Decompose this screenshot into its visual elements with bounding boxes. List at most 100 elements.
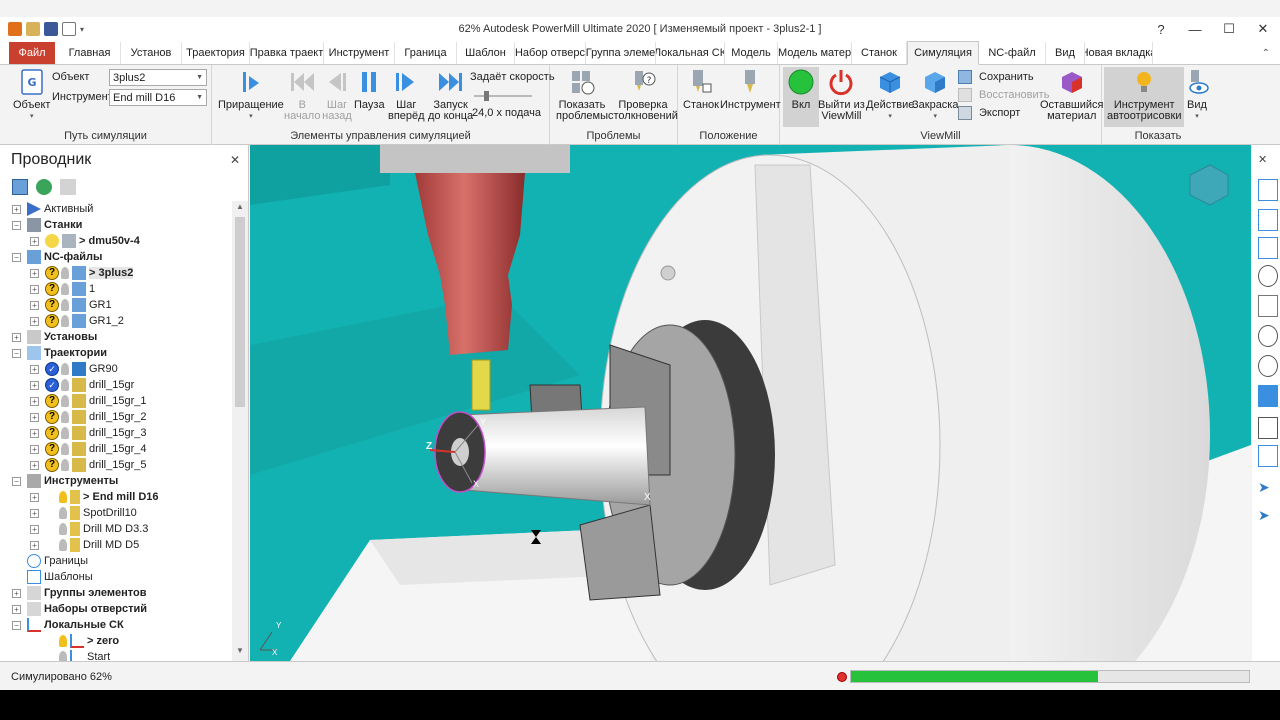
- explorer-close-icon[interactable]: ✕: [230, 153, 240, 167]
- show-problems-button[interactable]: Показать проблемы: [556, 67, 608, 122]
- tree-row-drill-15gr-2[interactable]: + ? drill_15gr_2: [30, 409, 146, 425]
- pause-button[interactable]: Пауза: [354, 67, 385, 111]
- tree-row-drill-md-d5[interactable]: + Drill MD D5: [30, 537, 139, 553]
- expand-icon[interactable]: +: [30, 364, 39, 374]
- select-pointer-icon[interactable]: ➤: [1258, 479, 1278, 501]
- ribbon-collapse-icon[interactable]: ⌃: [1262, 42, 1270, 64]
- tab-new[interactable]: Новая вкладка: [1085, 42, 1153, 64]
- step-forward-button[interactable]: Шаг вперёд: [388, 67, 425, 122]
- collapse-icon[interactable]: −: [12, 348, 21, 358]
- export-button[interactable]: Экспорт: [958, 106, 1020, 120]
- zoom-icon[interactable]: [1258, 265, 1278, 287]
- tree-row-spotdrill10[interactable]: + SpotDrill10: [30, 505, 137, 521]
- wireframe-view-icon[interactable]: [1258, 417, 1278, 439]
- expand-icon[interactable]: +: [30, 524, 39, 534]
- run-to-end-button[interactable]: Запуск до конца: [428, 67, 473, 122]
- explorer-delete-icon[interactable]: [60, 179, 76, 195]
- zoom-out-icon[interactable]: [1258, 355, 1278, 377]
- check-collisions-button[interactable]: ? Проверка столкновений: [608, 67, 678, 122]
- tree-row-feature-groups[interactable]: + Группы элементов: [12, 585, 147, 601]
- tab-home[interactable]: Главная: [59, 42, 121, 64]
- tab-simulation[interactable]: Симуляция: [907, 41, 979, 65]
- tree-row-1[interactable]: + ? 1: [30, 281, 95, 297]
- explorer-globe-icon[interactable]: [36, 179, 52, 195]
- help-icon[interactable]: ?: [1144, 17, 1178, 41]
- tab-setups[interactable]: Установ: [121, 42, 182, 64]
- tree-row-gr1[interactable]: + ? GR1: [30, 297, 112, 313]
- scroll-up-icon[interactable]: ▲: [232, 202, 248, 216]
- tree-row-machines[interactable]: − Станки: [12, 217, 82, 233]
- open-folder-icon[interactable]: [26, 22, 40, 36]
- tree-row-tools[interactable]: − Инструменты: [12, 473, 118, 489]
- tab-machine[interactable]: Станок: [852, 42, 907, 64]
- view-button[interactable]: Вид ▾: [1182, 67, 1212, 122]
- tab-nc-file[interactable]: NC-файл: [979, 42, 1046, 64]
- tree-row-gr90[interactable]: + ✓ GR90: [30, 361, 118, 377]
- tree-row-zero[interactable]: > zero: [45, 633, 119, 649]
- expand-icon[interactable]: +: [30, 236, 39, 246]
- scroll-down-icon[interactable]: ▼: [232, 646, 248, 660]
- explorer-scrollbar[interactable]: ▲ ▼: [232, 201, 248, 661]
- expand-icon[interactable]: +: [30, 268, 39, 278]
- view-front-icon[interactable]: [1258, 209, 1278, 231]
- tree-row-nc-files[interactable]: − NC-файлы: [12, 249, 102, 265]
- tab-pattern[interactable]: Шаблон: [457, 42, 515, 64]
- restore-stock-button[interactable]: Восстановить: [958, 88, 1049, 102]
- remaining-material-button[interactable]: Оставшийся материал: [1040, 67, 1104, 122]
- tree-row-boundaries[interactable]: Границы: [27, 553, 88, 569]
- collapse-icon[interactable]: −: [12, 476, 21, 486]
- tree-row-dmu50v[interactable]: + > dmu50v-4: [30, 233, 140, 249]
- expand-icon[interactable]: +: [12, 588, 21, 598]
- object-button[interactable]: G Объект ▾: [13, 67, 50, 122]
- tree-row-end-mill-d16[interactable]: + > End mill D16: [30, 489, 159, 505]
- tree-row-active[interactable]: + Активный: [12, 201, 93, 217]
- collapse-icon[interactable]: −: [12, 252, 21, 262]
- tab-workplane[interactable]: Локальная СК: [656, 42, 725, 64]
- tab-view[interactable]: Вид: [1046, 42, 1085, 64]
- app-logo-icon[interactable]: [8, 22, 22, 36]
- save-stock-button[interactable]: Сохранить: [958, 70, 1034, 84]
- tree-row-drill-15gr[interactable]: + ✓ drill_15gr: [30, 377, 134, 393]
- collapse-icon[interactable]: −: [12, 220, 21, 230]
- tab-tool[interactable]: Инструмент: [324, 42, 395, 64]
- increment-button[interactable]: Приращение ▾: [218, 67, 284, 122]
- to-start-button[interactable]: В начало: [284, 67, 320, 122]
- expand-icon[interactable]: +: [30, 300, 39, 310]
- action-button[interactable]: Действие ▾: [866, 67, 914, 122]
- view-toolbar-close-icon[interactable]: ✕: [1258, 153, 1278, 175]
- machine-position-button[interactable]: Станок: [683, 67, 719, 111]
- expand-icon[interactable]: +: [30, 380, 39, 390]
- tab-toolpath-edit[interactable]: Правка траект: [250, 42, 324, 64]
- tool-position-button[interactable]: Инструмент: [720, 67, 781, 111]
- expand-icon[interactable]: +: [30, 460, 39, 470]
- tool-select[interactable]: End mill D16 ▼: [109, 89, 207, 106]
- expand-icon[interactable]: +: [30, 492, 39, 502]
- view-rotate-icon[interactable]: [1258, 445, 1278, 467]
- expand-icon[interactable]: +: [12, 604, 21, 614]
- zoom-in-icon[interactable]: [1258, 325, 1278, 347]
- expand-icon[interactable]: +: [30, 412, 39, 422]
- collapse-icon[interactable]: −: [12, 620, 21, 630]
- shading-button[interactable]: Закраска ▾: [912, 67, 958, 122]
- expand-icon[interactable]: +: [30, 396, 39, 406]
- tab-feature-group[interactable]: Группа элеме: [586, 42, 656, 64]
- expand-icon[interactable]: +: [30, 428, 39, 438]
- expand-icon[interactable]: +: [30, 284, 39, 294]
- step-back-button[interactable]: Шаг назад: [322, 67, 352, 122]
- tab-model[interactable]: Модель: [725, 42, 778, 64]
- minimize-button[interactable]: —: [1178, 17, 1212, 41]
- expand-icon[interactable]: +: [30, 540, 39, 550]
- expand-icon[interactable]: +: [30, 508, 39, 518]
- viewmill-on-button[interactable]: Вкл: [783, 67, 819, 127]
- stop-simulation-icon[interactable]: [837, 672, 847, 682]
- expand-icon[interactable]: +: [30, 444, 39, 454]
- object-select[interactable]: 3plus2 ▼: [109, 69, 207, 86]
- tree-row-setups[interactable]: + Установы: [12, 329, 97, 345]
- tree-row-drill-md-d3-3[interactable]: + Drill MD D3.3: [30, 521, 148, 537]
- tree-row-start[interactable]: Start: [45, 649, 110, 661]
- graphics-viewport[interactable]: Z Y X X Y X: [250, 145, 1251, 661]
- tree-row-drill-15gr-5[interactable]: + ? drill_15gr_5: [30, 457, 146, 473]
- tab-stock-model[interactable]: Модель матер: [778, 42, 852, 64]
- speed-slider-thumb[interactable]: [484, 91, 489, 101]
- tree-row-drill-15gr-3[interactable]: + ? drill_15gr_3: [30, 425, 146, 441]
